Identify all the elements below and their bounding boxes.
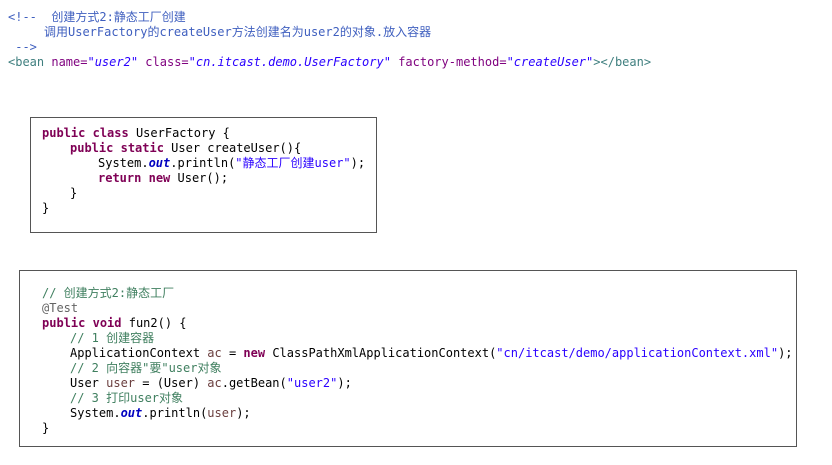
assign-op: = <box>221 346 244 360</box>
xml-bean-element: <bean name="user2" class="cn.itcast.demo… <box>8 55 651 70</box>
class-name: UserFactory { <box>128 126 230 140</box>
bean-tag-open: <bean <box>8 55 52 69</box>
test-method-decl: public void fun2() { <box>42 316 187 331</box>
xml-comment-line-1: <!-- 创建方式2:静态工厂创建 <box>8 10 186 25</box>
factory-class-close: } <box>42 201 50 215</box>
keyword-new: new <box>148 171 171 185</box>
attr-class: class= <box>145 55 189 69</box>
context-constructor: ClassPathXmlApplicationContext( <box>265 346 497 360</box>
method-signature: fun2() { <box>121 316 187 330</box>
context-type: ApplicationContext <box>70 346 208 360</box>
user-type: User <box>70 376 107 390</box>
test-comment-title: // 创建方式2:静态工厂 <box>42 286 175 300</box>
test-method-close: } <box>42 421 50 435</box>
method-signature: User createUser(){ <box>163 141 302 155</box>
attr-factory-method: factory-method= <box>398 55 507 69</box>
println-message: "静态工厂创建user" <box>235 156 351 170</box>
statement-end: ); <box>778 346 793 360</box>
attr-class-value: "cn.itcast.demo.UserFactory" <box>188 55 391 69</box>
xml-comment-title: 创建方式2:静态工厂创建 <box>51 10 186 24</box>
config-path-string: "cn/itcast/demo/applicationContext.xml" <box>496 346 779 360</box>
context-creation-line: ApplicationContext ac = new ClassPathXml… <box>70 346 793 361</box>
user-var: user <box>106 376 136 390</box>
xml-comment-open: <!-- <box>8 10 45 24</box>
statement-end: ); <box>337 376 352 390</box>
statement-end: ); <box>236 406 251 420</box>
attr-factory-method-value: "createUser" <box>506 55 594 69</box>
print-user-line: System.out.println(user); <box>70 406 251 421</box>
factory-return: return new User(); <box>98 171 228 186</box>
factory-method-close: } <box>70 186 78 200</box>
context-var: ac <box>207 346 222 360</box>
out-field: out <box>120 406 143 420</box>
user-cast: = (User) <box>135 376 208 390</box>
getbean-line: User user = (User) ac.getBean("user2"); <box>70 376 352 391</box>
println-call: .println( <box>170 156 236 170</box>
xml-comment-close: --> <box>8 40 37 54</box>
bean-name-string: "user2" <box>286 376 338 390</box>
bean-tag-close: ></bean> <box>593 55 652 69</box>
xml-comment-desc: 调用UserFactory的createUser方法创建名为user2的对象.放… <box>44 25 432 39</box>
attr-name: name= <box>51 55 88 69</box>
factory-method-decl: public static User createUser(){ <box>70 141 301 156</box>
getbean-call: .getBean( <box>221 376 287 390</box>
system-ref: System. <box>70 406 121 420</box>
system-ref: System. <box>98 156 149 170</box>
test-comment-step3: // 3 打印user对象 <box>70 391 184 405</box>
factory-println: System.out.println("静态工厂创建user"); <box>98 156 365 171</box>
println-call: .println( <box>142 406 208 420</box>
context-var-ref: ac <box>207 376 222 390</box>
keyword-public: public <box>70 141 114 155</box>
keyword-public: public <box>42 126 86 140</box>
test-annotation: @Test <box>42 301 79 315</box>
keyword-new: new <box>243 346 266 360</box>
attr-name-value: "user2" <box>87 55 139 69</box>
out-field: out <box>148 156 171 170</box>
print-arg: user <box>207 406 237 420</box>
keyword-void: void <box>92 316 122 330</box>
keyword-return: return <box>98 171 142 185</box>
factory-class-decl: public class UserFactory { <box>42 126 230 141</box>
test-comment-step1: // 1 创建容器 <box>70 331 155 345</box>
test-comment-step2: // 2 向容器"要"user对象 <box>70 361 222 375</box>
keyword-public: public <box>42 316 86 330</box>
keyword-class: class <box>92 126 129 140</box>
println-end: ); <box>350 156 366 170</box>
return-expression: User(); <box>170 171 229 185</box>
keyword-static: static <box>120 141 164 155</box>
